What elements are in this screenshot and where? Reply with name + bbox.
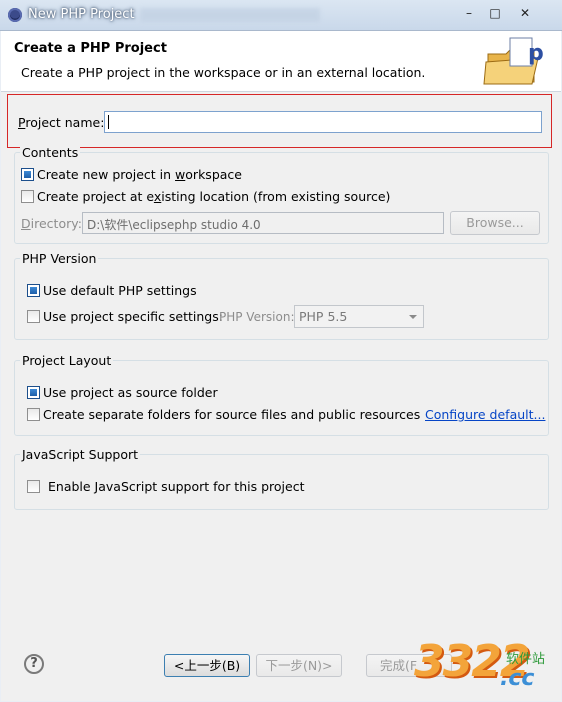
wizard-title: Create a PHP Project (14, 41, 167, 56)
php-version-group (14, 258, 549, 340)
directory-label: Directory: (21, 216, 82, 231)
php-folder-banner-icon: p (483, 37, 544, 85)
use-source-folder-radio[interactable] (27, 386, 40, 399)
enable-js-label[interactable]: Enable JavaScript support for this proje… (48, 479, 304, 494)
php-version-value: PHP 5.5 (299, 309, 348, 324)
project-name-label: Project name: (18, 115, 105, 130)
php-version-select[interactable]: PHP 5.5 (294, 305, 424, 328)
minimize-button[interactable]: – (458, 4, 480, 22)
use-source-folder-label[interactable]: Use project as source folder (43, 385, 218, 400)
use-default-php-label[interactable]: Use default PHP settings (43, 283, 197, 298)
titlebar-background-blur (140, 8, 320, 22)
separate-folders-label[interactable]: Create separate folders for source files… (43, 407, 420, 422)
wizard-description: Create a PHP project in the workspace or… (21, 65, 426, 80)
watermark-domain: .cc (500, 666, 535, 691)
browse-button[interactable]: Browse... (450, 211, 540, 235)
create-new-label[interactable]: Create new project in workspace (37, 167, 242, 182)
project-name-input[interactable] (104, 111, 542, 133)
svg-text:p: p (528, 41, 544, 66)
create-existing-label[interactable]: Create project at existing location (fro… (37, 189, 390, 204)
use-default-php-radio[interactable] (27, 284, 40, 297)
php-version-label: PHP Version: (219, 310, 295, 324)
back-button[interactable]: <上一步(B) (164, 654, 250, 677)
eclipse-icon (8, 8, 22, 22)
enable-js-checkbox[interactable] (27, 480, 40, 493)
next-button[interactable]: 下一步(N)> (256, 654, 342, 677)
close-button[interactable]: ✕ (514, 4, 536, 22)
create-new-radio[interactable] (21, 168, 34, 181)
create-existing-radio[interactable] (21, 190, 34, 203)
php-version-group-title: PHP Version (20, 251, 99, 266)
directory-input[interactable]: D:\软件\eclipsephp studio 4.0 (82, 212, 444, 234)
chevron-down-icon (409, 315, 417, 319)
project-layout-group-title: Project Layout (20, 353, 114, 368)
configure-default-link[interactable]: Configure default... (425, 407, 545, 422)
watermark-site-text: 软件站 (506, 652, 546, 667)
maximize-button[interactable]: □ (484, 4, 506, 22)
contents-group-title: Contents (20, 145, 81, 160)
use-specific-php-label[interactable]: Use project specific settings: (43, 309, 223, 324)
use-specific-php-radio[interactable] (27, 310, 40, 323)
text-caret (108, 115, 109, 129)
javascript-group-title: JavaScript Support (20, 447, 141, 462)
window-title: New PHP Project (28, 7, 135, 22)
help-icon[interactable]: ? (24, 654, 44, 674)
separate-folders-radio[interactable] (27, 408, 40, 421)
